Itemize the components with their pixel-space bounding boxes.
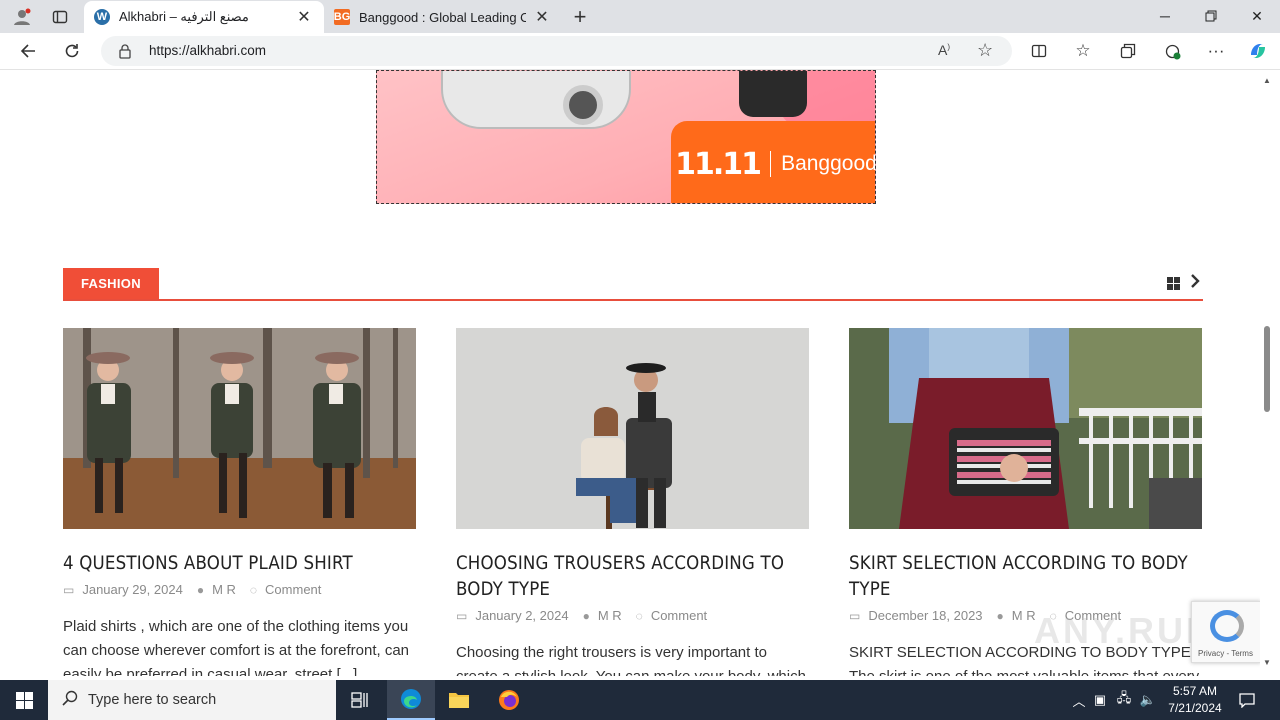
tray-device-icon[interactable]: ▣ bbox=[1088, 692, 1112, 708]
post-date[interactable]: January 29, 2024 bbox=[82, 582, 182, 597]
section-header: FASHION bbox=[63, 268, 1203, 301]
system-tray: ︿ ▣ 🖧 🔈 bbox=[1070, 680, 1160, 720]
favorite-star-icon[interactable]: ☆ bbox=[977, 40, 993, 61]
address-bar[interactable]: https://alkhabri.com A) ☆ bbox=[101, 36, 1012, 66]
tray-chevron-up-icon[interactable]: ︿ bbox=[1070, 691, 1088, 710]
calendar-icon: ▭ bbox=[456, 608, 468, 623]
ad-separator bbox=[770, 151, 772, 177]
user-icon: ● bbox=[196, 582, 205, 597]
refresh-icon[interactable] bbox=[57, 37, 87, 65]
post-title[interactable]: SKIRT SELECTION ACCORDING TO BODY TYPE bbox=[849, 551, 1200, 603]
search-placeholder: Type here to search bbox=[88, 692, 217, 708]
file-explorer-icon[interactable] bbox=[435, 680, 483, 720]
tab-alkhabri[interactable]: W Alkhabri – مصنع الترفيه ✕ bbox=[84, 1, 324, 33]
ad-banner[interactable]: 11.11 Banggood bbox=[376, 70, 876, 204]
post-thumbnail[interactable] bbox=[456, 328, 809, 529]
post-title[interactable]: 4 QUESTIONS ABOUT PLAID SHIRT bbox=[63, 551, 414, 577]
chevron-right-icon[interactable] bbox=[1190, 274, 1200, 293]
scroll-up-icon[interactable]: ▲ bbox=[1262, 76, 1272, 86]
post-author[interactable]: M R bbox=[212, 582, 236, 597]
tab-strip: W Alkhabri – مصنع الترفيه ✕ BG Banggood … bbox=[0, 0, 1280, 33]
post-date[interactable]: January 2, 2024 bbox=[475, 608, 568, 623]
taskbar-clock[interactable]: 5:57 AM 7/21/2024 bbox=[1160, 683, 1230, 717]
network-icon[interactable]: 🖧 bbox=[1112, 689, 1136, 711]
ad-product-car bbox=[441, 71, 631, 129]
comment-icon: ◌ bbox=[635, 608, 643, 623]
window-close-icon[interactable]: ✕ bbox=[1234, 0, 1280, 32]
taskbar-search[interactable]: Type here to search bbox=[48, 680, 336, 720]
calendar-icon: ▭ bbox=[849, 608, 861, 623]
tab-banggood[interactable]: BG Banggood : Global Leading Onlin ✕ bbox=[324, 1, 562, 33]
watermark: ANY.RUN bbox=[1034, 610, 1216, 651]
grid-view-icon[interactable] bbox=[1167, 277, 1180, 290]
notifications-icon[interactable] bbox=[1232, 680, 1262, 720]
more-options-icon[interactable]: ··· bbox=[1201, 37, 1231, 65]
post-meta: ▭ January 29, 2024 ● M R ◌ Comment bbox=[63, 582, 416, 597]
edge-taskbar-icon[interactable] bbox=[387, 680, 435, 720]
firefox-icon[interactable] bbox=[485, 680, 533, 720]
post-date[interactable]: December 18, 2023 bbox=[868, 608, 982, 623]
ad-brand-name: Banggood bbox=[781, 152, 876, 175]
user-icon: ● bbox=[582, 608, 590, 623]
recaptcha-badge[interactable]: Privacy - Terms bbox=[1191, 601, 1260, 663]
wordpress-icon: W bbox=[94, 9, 110, 25]
page-scrollbar[interactable]: ▲ ▼ bbox=[1260, 70, 1274, 676]
banggood-icon: BG bbox=[333, 9, 351, 25]
scroll-down-icon[interactable]: ▼ bbox=[1262, 658, 1272, 668]
ad-brand-block: 11.11 Banggood bbox=[671, 121, 876, 203]
clock-time: 5:57 AM bbox=[1172, 684, 1218, 698]
web-page: 11.11 Banggood FASHION 4 QUESTIONS ABOUT… bbox=[4, 70, 1260, 676]
browser-toolbar: https://alkhabri.com A) ☆ ☆ ··· bbox=[0, 33, 1280, 70]
volume-icon[interactable]: 🔈 bbox=[1136, 692, 1160, 708]
task-view-icon[interactable] bbox=[336, 680, 384, 720]
post-comment-link[interactable]: Comment bbox=[651, 608, 707, 623]
section-label-fashion[interactable]: FASHION bbox=[63, 268, 159, 299]
post-excerpt: Choosing the right trousers is very impo… bbox=[456, 644, 806, 676]
windows-start-icon[interactable] bbox=[0, 680, 48, 720]
read-aloud-icon[interactable]: A) bbox=[938, 42, 950, 58]
back-icon[interactable] bbox=[13, 37, 43, 65]
profile-icon[interactable] bbox=[8, 4, 36, 30]
taskbar: Type here to search ︿ ▣ 🖧 🔈 5:57 AM 7/21… bbox=[0, 680, 1280, 720]
new-tab-button[interactable]: + bbox=[566, 4, 594, 30]
post-thumbnail[interactable] bbox=[849, 328, 1202, 529]
favorites-icon[interactable]: ☆ bbox=[1068, 37, 1098, 65]
comment-icon: ◌ bbox=[249, 582, 258, 597]
calendar-icon: ▭ bbox=[63, 582, 75, 597]
url-text: https://alkhabri.com bbox=[149, 43, 267, 58]
collections-icon[interactable] bbox=[1113, 37, 1143, 65]
post-card: 4 QUESTIONS ABOUT PLAID SHIRT ▭ January 2… bbox=[63, 328, 416, 676]
post-thumbnail[interactable] bbox=[63, 328, 416, 529]
close-icon[interactable]: ✕ bbox=[532, 7, 552, 27]
search-icon bbox=[62, 690, 78, 711]
post-author[interactable]: M R bbox=[598, 608, 622, 623]
restore-icon[interactable] bbox=[1188, 0, 1234, 32]
post-comment-link[interactable]: Comment bbox=[265, 582, 321, 597]
post-excerpt: Plaid shirts , which are one of the clot… bbox=[63, 618, 410, 676]
minimize-icon[interactable]: ─ bbox=[1142, 0, 1188, 32]
post-author[interactable]: M R bbox=[1012, 608, 1036, 623]
ad-sale-number: 11.11 bbox=[675, 146, 762, 182]
copilot-icon[interactable] bbox=[1243, 37, 1273, 65]
split-screen-icon[interactable] bbox=[1024, 37, 1054, 65]
recaptcha-links[interactable]: Privacy - Terms bbox=[1198, 649, 1253, 658]
post-meta: ▭ January 2, 2024 ● M R ◌ Comment bbox=[456, 608, 809, 623]
scroll-thumb[interactable] bbox=[1264, 326, 1270, 412]
extensions-icon[interactable] bbox=[1157, 37, 1187, 65]
post-title[interactable]: CHOOSING TROUSERS ACCORDING TO BODY TYPE bbox=[456, 551, 807, 603]
ad-car-wheel bbox=[563, 85, 603, 125]
tab-title: Alkhabri – مصنع الترفيه bbox=[119, 9, 249, 24]
lock-icon[interactable] bbox=[118, 43, 132, 64]
recaptcha-icon bbox=[1210, 610, 1244, 642]
close-icon[interactable]: ✕ bbox=[294, 7, 314, 27]
clock-date: 7/21/2024 bbox=[1168, 701, 1222, 715]
ad-product-speaker bbox=[739, 71, 807, 117]
user-icon: ● bbox=[996, 608, 1004, 623]
post-card: CHOOSING TROUSERS ACCORDING TO BODY TYPE… bbox=[456, 328, 809, 676]
tab-title: Banggood : Global Leading Onlin bbox=[359, 9, 526, 25]
tab-actions-icon[interactable] bbox=[46, 4, 74, 30]
